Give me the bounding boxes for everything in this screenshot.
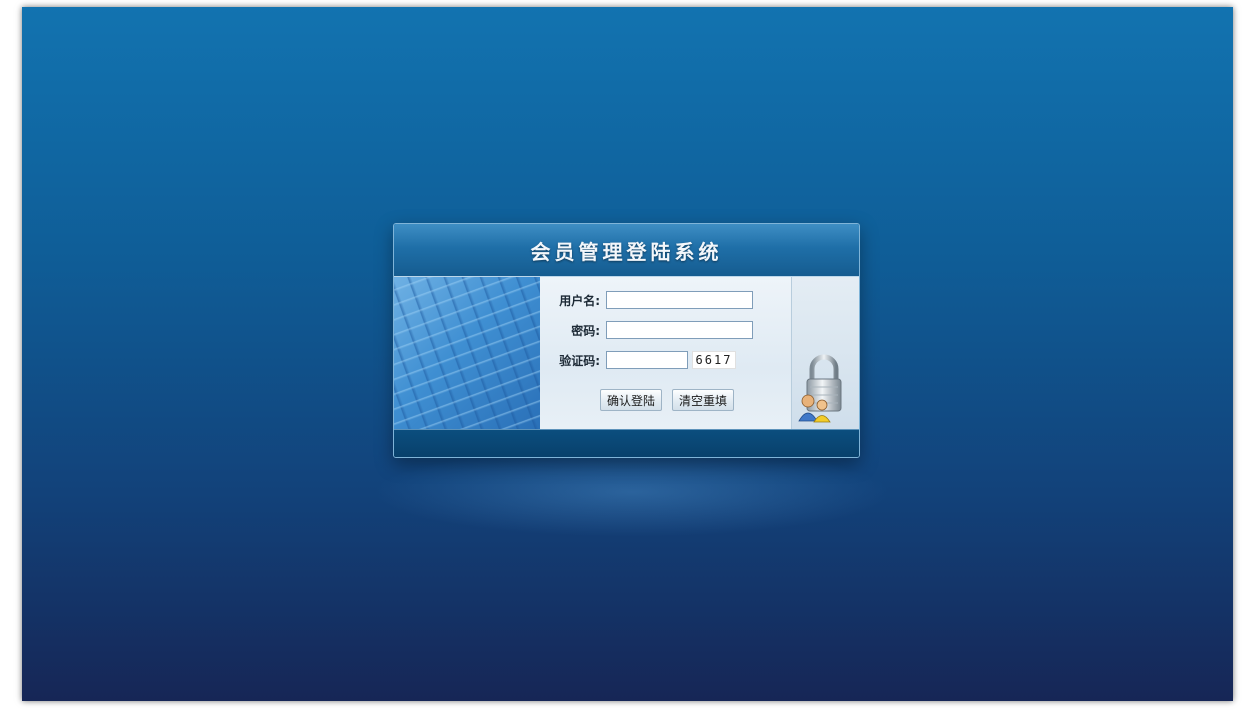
keyboard-image [394, 277, 540, 429]
lock-area [791, 277, 859, 429]
captcha-label: 验证码: [559, 353, 600, 368]
password-input[interactable] [606, 321, 753, 339]
username-label: 用户名: [559, 293, 600, 308]
captcha-row: 验证码: 6617 [540, 349, 736, 371]
password-label: 密码: [571, 323, 600, 338]
captcha-image[interactable]: 6617 [692, 351, 736, 369]
login-screen: 会员管理登陆系统 用户名: 密码: 验证码: 6617 确认登陆 清空重填 [22, 7, 1233, 701]
username-row: 用户名: [540, 289, 753, 311]
panel-title-bar: 会员管理登陆系统 [394, 224, 859, 277]
panel-footer-bar [394, 429, 859, 457]
username-input[interactable] [606, 291, 753, 309]
login-form: 用户名: 密码: 验证码: 6617 确认登陆 清空重填 [540, 277, 791, 429]
panel-glow [372, 447, 892, 537]
captcha-input[interactable] [606, 351, 688, 369]
login-panel: 会员管理登陆系统 用户名: 密码: 验证码: 6617 确认登陆 清空重填 [393, 223, 860, 458]
panel-body: 用户名: 密码: 验证码: 6617 确认登陆 清空重填 [394, 277, 859, 429]
reset-button[interactable]: 清空重填 [672, 389, 735, 411]
password-row: 密码: [540, 319, 753, 341]
lock-users-icon [798, 354, 842, 423]
panel-title: 会员管理登陆系统 [530, 239, 723, 264]
button-row: 确认登陆 清空重填 [600, 389, 735, 411]
login-button[interactable]: 确认登陆 [600, 389, 663, 411]
